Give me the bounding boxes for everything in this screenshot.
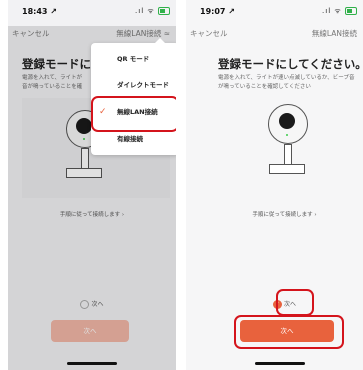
status-time: 19:07 ↗	[200, 7, 235, 16]
menu-item-direct[interactable]: ダイレクトモード	[91, 73, 176, 97]
guide-link[interactable]: 手順に従って接続します ›	[206, 210, 363, 218]
home-indicator	[67, 362, 117, 365]
menu-item-qr[interactable]: QR モード	[91, 47, 176, 71]
page-description: 電源を入れて、ライトが速い点滅しているか、ビープ音が鳴っていることを確認してくだ…	[218, 75, 355, 90]
highlight-box-next	[234, 315, 344, 349]
battery-icon	[345, 7, 357, 15]
status-bar: 18:43 ↗ .ıl ᯤ	[8, 5, 176, 19]
camera-illustration	[218, 98, 358, 198]
page-title: 登録モードにしてください。	[218, 57, 363, 71]
status-icons: .ıl ᯤ	[135, 7, 170, 16]
nav-bar: キャンセル 無線LAN接続	[186, 26, 363, 40]
menu-item-label: ダイレクトモード	[117, 81, 169, 89]
signal-wifi-icon: .ıl ᯤ	[322, 7, 342, 15]
status-icons: .ıl ᯤ	[322, 7, 357, 16]
signal-wifi-icon: .ıl ᯤ	[135, 7, 155, 15]
right-phone-screen: 19:07 ↗ .ıl ᯤ キャンセル 無線LAN接続 登録モードにしてください…	[186, 0, 363, 370]
status-time: 18:43 ↗	[22, 7, 57, 16]
mode-selector[interactable]: 無線LAN接続	[312, 28, 357, 39]
left-phone-screen: 18:43 ↗ .ıl ᯤ キャンセル 無線LAN接続 ≈ 登録モードにして 電…	[8, 0, 176, 370]
status-bar: 19:07 ↗ .ıl ᯤ	[186, 5, 363, 19]
highlight-box	[91, 96, 176, 132]
home-indicator	[254, 362, 305, 365]
cancel-button[interactable]: キャンセル	[190, 28, 228, 39]
battery-icon	[158, 7, 170, 15]
highlight-box-radio	[276, 289, 314, 316]
menu-item-label: QR モード	[117, 55, 150, 63]
